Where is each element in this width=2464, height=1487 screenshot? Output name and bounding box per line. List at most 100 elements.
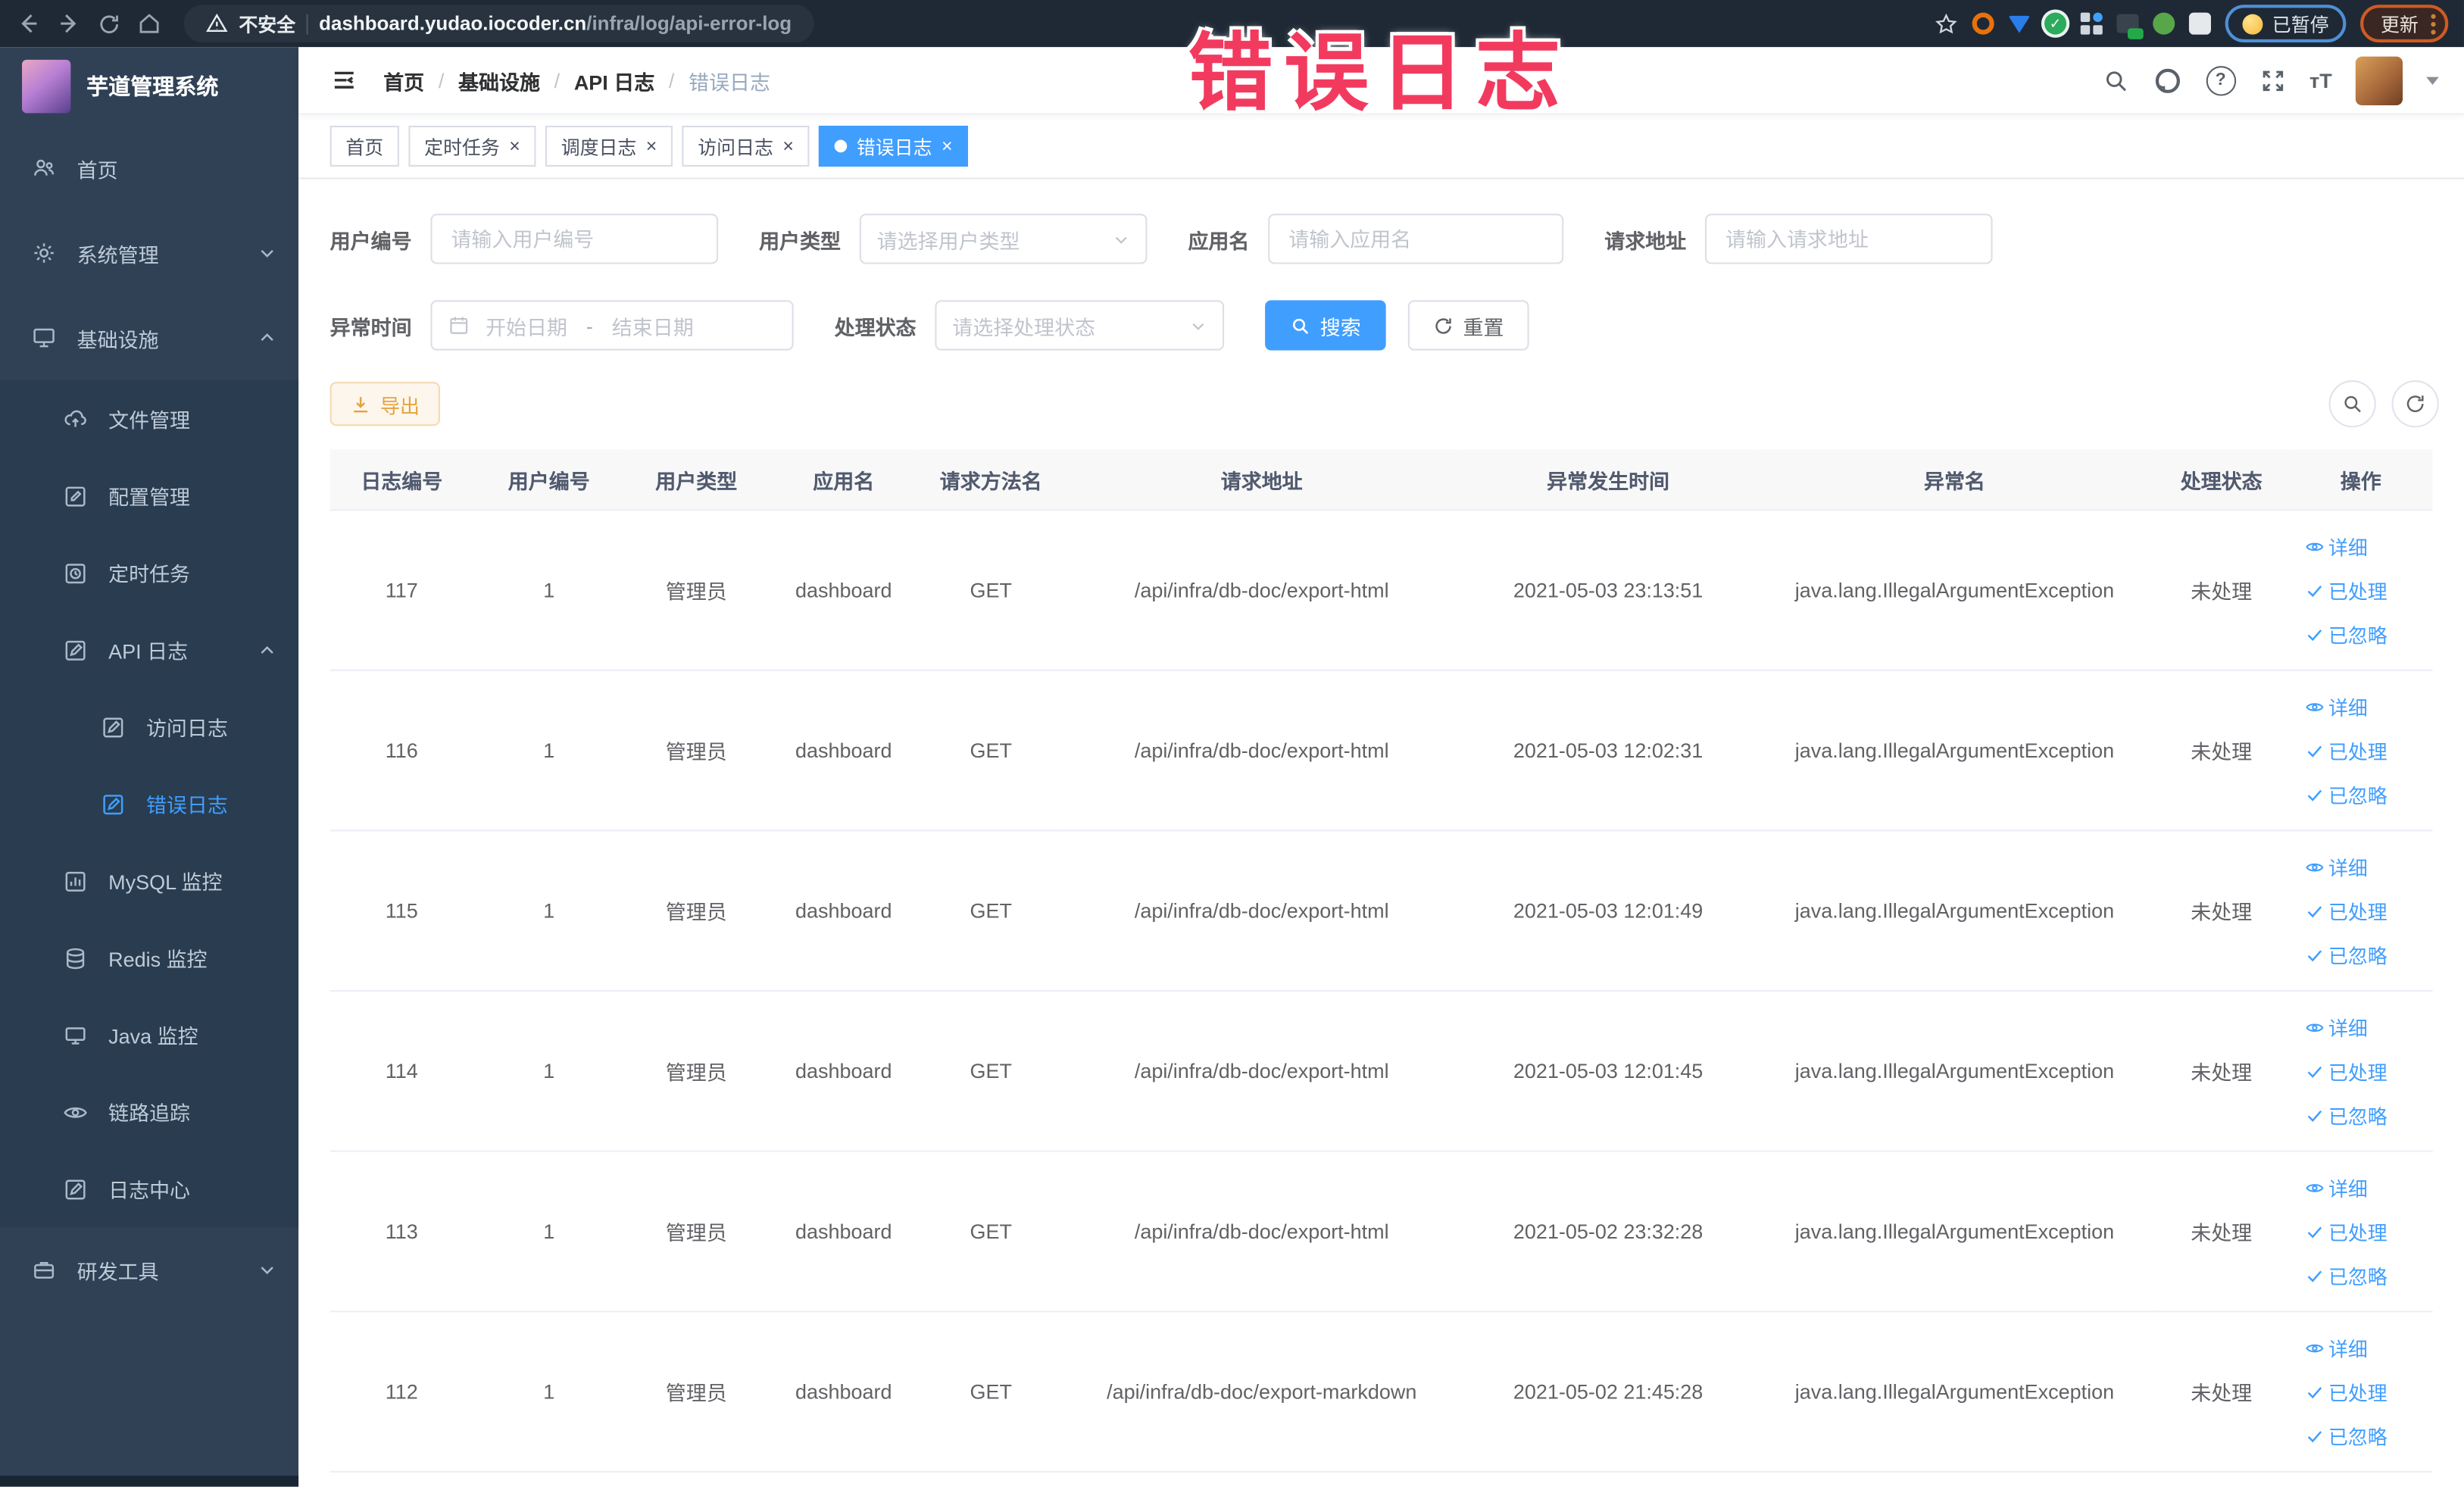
sidebar-item-config-manage[interactable]: 配置管理 (0, 458, 298, 535)
collapse-sidebar-icon[interactable] (330, 66, 358, 94)
close-icon[interactable]: × (646, 136, 657, 155)
github-icon[interactable] (2153, 65, 2182, 95)
extension-on-badge-icon[interactable] (2116, 14, 2144, 39)
browser-home-icon[interactable] (136, 11, 161, 36)
sidebar-item-java-monitor[interactable]: Java 监控 (0, 996, 298, 1073)
detail-link[interactable]: 详细 (2305, 531, 2368, 561)
detail-link[interactable]: 详细 (2305, 1173, 2368, 1202)
check-icon (2305, 581, 2324, 600)
detail-link[interactable]: 详细 (2305, 692, 2368, 721)
mark-ignored-link[interactable]: 已忽略 (2305, 940, 2387, 970)
table-toolbar: 导出 (298, 380, 2464, 428)
tab-access-log[interactable]: 访问日志 × (682, 125, 810, 167)
sidebar-item-devtools[interactable]: 研发工具 (0, 1227, 298, 1312)
cell-exception: java.lang.IllegalArgumentException (1755, 670, 2154, 832)
cell-log-id: 116 (329, 670, 473, 832)
tab-home[interactable]: 首页 (329, 125, 399, 167)
cell-url: /api/infra/db-doc/export-html (1062, 830, 1461, 992)
sidebar-item-scheduled-job[interactable]: 定时任务 (0, 534, 298, 611)
sidebar-item-log-center[interactable]: 日志中心 (0, 1151, 298, 1228)
status-select[interactable]: 请选择处理状态 (935, 300, 1225, 351)
mark-ignored-link[interactable]: 已忽略 (2305, 1100, 2387, 1129)
close-icon[interactable]: × (782, 136, 794, 155)
check-icon (2305, 1061, 2324, 1080)
mark-handled-link[interactable]: 已处理 (2305, 1056, 2387, 1086)
breadcrumb-item[interactable]: 首页 (383, 65, 424, 95)
search-button[interactable]: 搜索 (1265, 300, 1386, 351)
user-id-input[interactable] (430, 214, 719, 264)
col-method: 请求方法名 (919, 449, 1063, 511)
search-icon[interactable] (2102, 67, 2128, 93)
mark-ignored-link[interactable]: 已忽略 (2305, 1261, 2387, 1290)
paused-badge[interactable]: 已暂停 (2225, 5, 2347, 43)
extension-green-icon[interactable] (2153, 12, 2175, 35)
mark-handled-link[interactable]: 已处理 (2305, 736, 2387, 765)
app-logo[interactable]: 芋道管理系统 (0, 47, 298, 126)
avatar[interactable] (2355, 55, 2403, 105)
sidebar-submenu-infra: 文件管理 配置管理 定时任务 API 日志 访问日志 错误日志 MySQL 监控… (0, 380, 299, 1228)
sidebar-item-access-log[interactable]: 访问日志 (0, 689, 298, 766)
sidebar-item-infra[interactable]: 基础设施 (0, 295, 298, 380)
detail-link[interactable]: 详细 (2305, 1012, 2368, 1042)
detail-link[interactable]: 详细 (2305, 851, 2368, 881)
mark-handled-link[interactable]: 已处理 (2305, 1376, 2387, 1406)
request-url-input[interactable] (1705, 214, 1993, 264)
font-size-icon[interactable]: тT (2309, 68, 2332, 92)
sidebar-item-error-log[interactable]: 错误日志 (0, 765, 298, 842)
check-icon (2305, 1222, 2324, 1241)
mark-ignored-link[interactable]: 已忽略 (2305, 619, 2387, 648)
extension-check-icon[interactable]: ✓ (2044, 12, 2067, 35)
tab-schedule-log[interactable]: 调度日志 × (545, 125, 673, 167)
sidebar-item-tracing[interactable]: 链路追踪 (0, 1073, 298, 1151)
bookmark-star-icon[interactable] (1935, 12, 1958, 36)
help-icon[interactable]: ? (2206, 65, 2236, 95)
extension-puzzle-icon[interactable] (2188, 12, 2211, 35)
user-type-label: 用户类型 (759, 228, 841, 252)
extension-shield-icon[interactable] (2008, 14, 2031, 33)
extension-orange-icon[interactable] (1972, 12, 1994, 35)
close-icon[interactable]: × (942, 136, 953, 155)
close-icon[interactable]: × (509, 136, 520, 155)
app-name-label: 应用名 (1188, 228, 1250, 252)
start-date-placeholder: 开始日期 (486, 314, 567, 339)
browser-bar: 不安全 dashboard.yudao.iocoder.cn/infra/log… (0, 0, 2464, 48)
sidebar-item-system[interactable]: 系统管理 (0, 211, 298, 295)
tab-scheduled-job[interactable]: 定时任务 × (408, 125, 536, 167)
sidebar-item-redis-monitor[interactable]: Redis 监控 (0, 920, 298, 997)
sidebar-item-api-log[interactable]: API 日志 (0, 611, 298, 689)
breadcrumb-item[interactable]: API 日志 (574, 65, 654, 95)
mark-ignored-link[interactable]: 已忽略 (2305, 779, 2387, 809)
fullscreen-icon[interactable] (2259, 67, 2286, 93)
breadcrumb-item[interactable]: 基础设施 (458, 65, 540, 95)
browser-forward-icon[interactable] (57, 11, 82, 36)
mark-ignored-link[interactable]: 已忽略 (2305, 1420, 2387, 1450)
date-range-input[interactable]: 开始日期 - 结束日期 (430, 300, 794, 351)
sidebar-item-home[interactable]: 首页 (0, 126, 298, 211)
database-icon (63, 945, 88, 970)
mark-handled-link[interactable]: 已处理 (2305, 896, 2387, 926)
update-button[interactable]: 更新 (2360, 5, 2449, 43)
toggle-search-button[interactable] (2328, 380, 2376, 428)
browser-menu-icon[interactable] (2431, 13, 2436, 34)
export-button[interactable]: 导出 (329, 382, 440, 426)
chevron-down-icon[interactable] (2426, 76, 2439, 84)
detail-link[interactable]: 详细 (2305, 1332, 2368, 1362)
mark-handled-link[interactable]: 已处理 (2305, 1217, 2387, 1246)
address-bar[interactable]: 不安全 dashboard.yudao.iocoder.cn/infra/log… (183, 5, 814, 43)
browser-back-icon[interactable] (16, 11, 41, 36)
col-time: 异常发生时间 (1460, 449, 1756, 511)
app-name-input[interactable] (1268, 214, 1564, 264)
mark-handled-link[interactable]: 已处理 (2305, 575, 2387, 604)
sidebar-item-mysql-monitor[interactable]: MySQL 监控 (0, 842, 298, 920)
sidebar-item-label: 研发工具 (77, 1259, 159, 1283)
check-icon (2305, 741, 2324, 760)
cell-user-id: 1 (473, 510, 625, 671)
extension-grid-icon[interactable] (2080, 12, 2103, 35)
table-body: 117 1 管理员 dashboard GET /api/infra/db-do… (329, 510, 2433, 1473)
tab-error-log[interactable]: 错误日志 × (819, 125, 969, 167)
sidebar-item-file-manage[interactable]: 文件管理 (0, 380, 298, 458)
user-type-select[interactable]: 请选择用户类型 (859, 214, 1148, 264)
browser-reload-icon[interactable] (98, 12, 121, 36)
refresh-table-button[interactable] (2391, 380, 2439, 428)
reset-button[interactable]: 重置 (1407, 300, 1529, 351)
